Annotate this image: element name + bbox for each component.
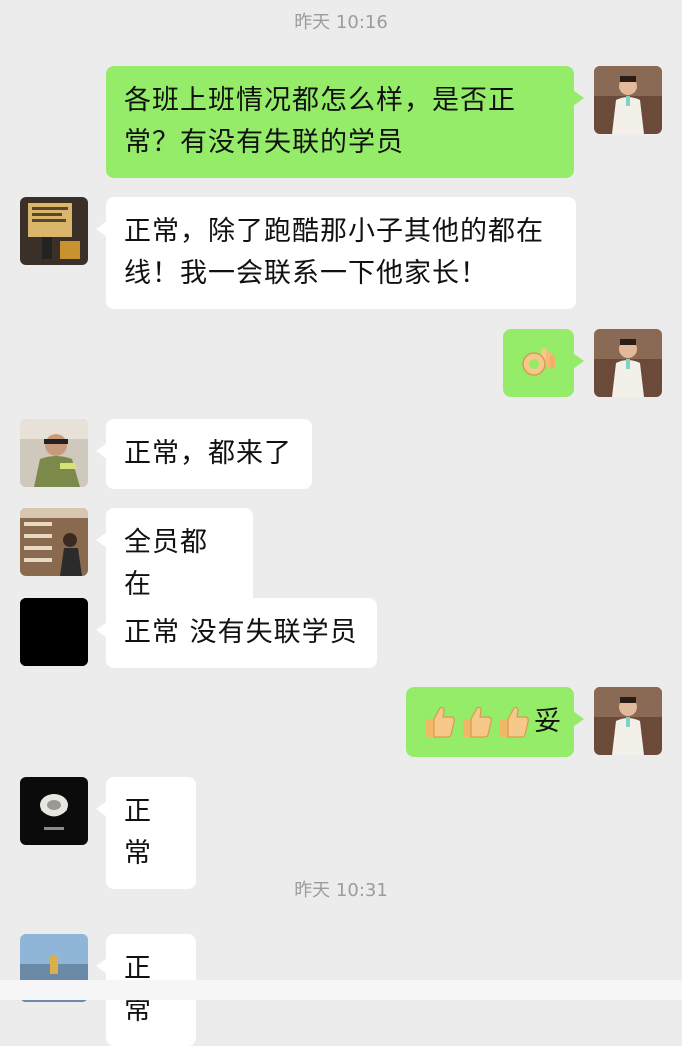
contact-avatar[interactable] xyxy=(20,598,88,666)
contact-avatar[interactable] xyxy=(20,197,88,265)
thumbs-up-emoji xyxy=(463,706,492,738)
message-text: 正常 xyxy=(124,796,152,869)
contact-avatar[interactable] xyxy=(20,777,88,845)
message-bubble-outgoing[interactable]: 妥 xyxy=(406,687,584,757)
message-text: 全员都在 xyxy=(124,527,208,600)
timestamp: 昨天 10:16 xyxy=(294,12,388,33)
chat-window: 昨天 10:16 各班上班情况都怎么样，是否正常？有没有失联的学员 正常，除了跑… xyxy=(0,0,682,1046)
timestamp: 昨天 10:31 xyxy=(294,880,388,901)
message-bubble-outgoing[interactable]: 各班上班情况都怎么样，是否正常？有没有失联的学员 xyxy=(106,66,584,178)
self-avatar[interactable] xyxy=(594,66,662,134)
message-text: 正常，除了跑酷那小子其他的都在线！我一会联系一下他家长！ xyxy=(124,216,544,289)
message-bubble-incoming[interactable]: 正常 没有失联学员 xyxy=(96,598,377,668)
message-bubble-incoming[interactable]: 正常，除了跑酷那小子其他的都在线！我一会联系一下他家长！ xyxy=(96,197,576,309)
ok-hand-emoji xyxy=(522,348,555,376)
message-text: 妥 xyxy=(534,706,562,737)
self-avatar[interactable] xyxy=(594,329,662,397)
thumbs-up-emoji xyxy=(426,706,455,738)
contact-avatar[interactable] xyxy=(20,508,88,576)
bottom-bar xyxy=(0,980,682,1000)
message-bubble-incoming[interactable]: 正常，都来了 xyxy=(96,419,312,489)
message-text: 各班上班情况都怎么样，是否正常？有没有失联的学员 xyxy=(124,85,516,158)
contact-avatar[interactable] xyxy=(20,419,88,487)
message-bubble-outgoing[interactable] xyxy=(503,329,584,397)
message-text: 正常，都来了 xyxy=(124,438,292,469)
thumbs-up-emoji xyxy=(500,706,529,738)
message-text: 正常 没有失联学员 xyxy=(124,617,358,648)
self-avatar[interactable] xyxy=(594,687,662,755)
message-bubble-incoming[interactable]: 正常 xyxy=(96,777,196,889)
